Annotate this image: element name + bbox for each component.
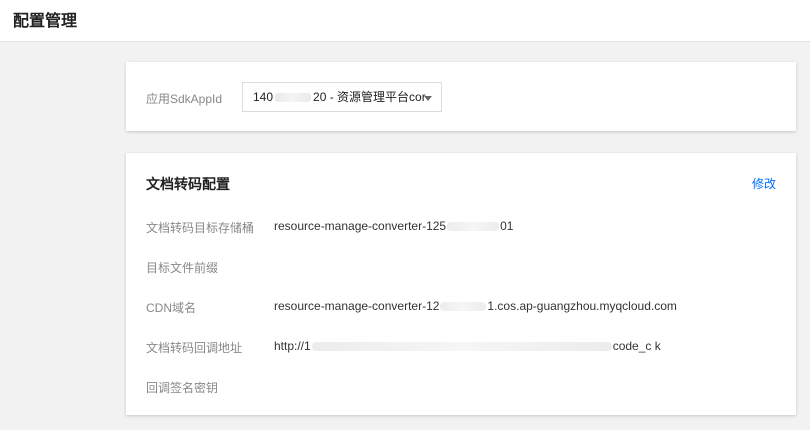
redaction-mask xyxy=(311,342,612,352)
sdkappid-value-prefix: 140 xyxy=(253,90,274,104)
redaction-mask xyxy=(440,302,487,312)
row-value: resource-manage-converter-125 01 xyxy=(274,219,514,233)
sdkappid-value-suffix: 20 - 资源管理平台cor xyxy=(313,90,426,104)
row-value: resource-manage-converter-12 1.cos.ap-gua… xyxy=(274,299,677,313)
page-title: 配置管理 xyxy=(13,13,78,30)
redaction-mask xyxy=(447,222,500,232)
section-title: 文档转码配置 xyxy=(146,176,230,192)
doc-conversion-card: 文档转码配置 修改 文档转码目标存储桶 resource-manage-conv… xyxy=(126,153,796,415)
row-value: http://1 code_c k xyxy=(274,339,661,353)
row-label: 目标文件前缀 xyxy=(146,261,219,275)
sdkappid-select[interactable]: 140 20 - 资源管理平台cor xyxy=(242,82,442,112)
row-label: CDN域名 xyxy=(146,301,196,315)
row-label: 回调签名密钥 xyxy=(146,381,219,395)
redaction-mask xyxy=(275,93,312,103)
app-selector-card: 应用SdkAppId 140 20 - 资源管理平台cor xyxy=(126,62,796,131)
row-label: 文档转码目标存储桶 xyxy=(146,221,255,235)
sdkappid-label: 应用SdkAppId xyxy=(146,92,223,106)
edit-link[interactable]: 修改 xyxy=(752,175,776,192)
top-bar: 配置管理 xyxy=(0,0,810,42)
chevron-down-icon xyxy=(424,96,432,101)
row-label: 文档转码回调地址 xyxy=(146,341,243,355)
